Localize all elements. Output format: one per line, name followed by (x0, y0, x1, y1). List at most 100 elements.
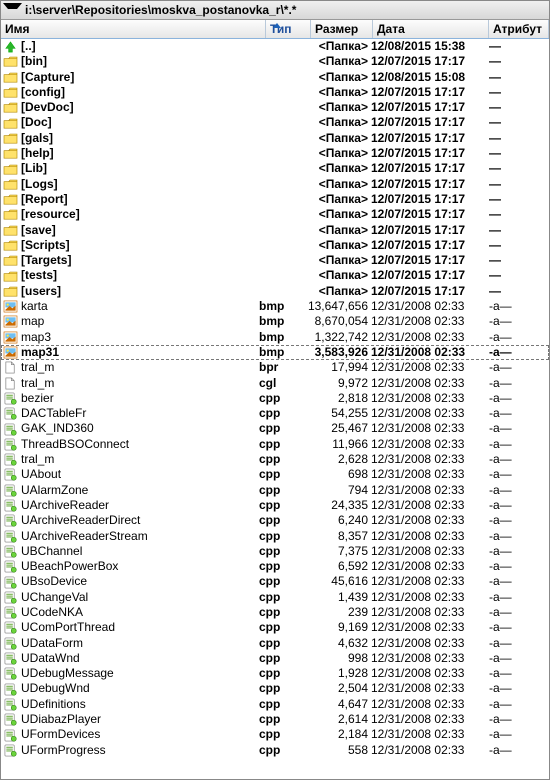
cpp-file-icon (3, 499, 18, 512)
file-name: DACTableFr (21, 406, 86, 421)
file-date: 12/31/2008 02:33 (371, 666, 487, 681)
file-date: 12/31/2008 02:33 (371, 345, 487, 360)
table-row[interactable]: tral_mbpr17,99412/31/2008 02:33-a— (1, 360, 549, 375)
file-size: 6,592 (306, 559, 371, 574)
table-row[interactable]: DACTableFrcpp54,25512/31/2008 02:33-a— (1, 406, 549, 421)
table-row[interactable]: UBsoDevicecpp45,61612/31/2008 02:33-a— (1, 574, 549, 589)
table-row[interactable]: tral_mcpp2,62812/31/2008 02:33-a— (1, 452, 549, 467)
table-row[interactable]: UBChannelcpp7,37512/31/2008 02:33-a— (1, 544, 549, 559)
file-attr: -a— (487, 467, 549, 482)
file-attr: — (487, 100, 549, 115)
table-row[interactable]: UAboutcpp69812/31/2008 02:33-a— (1, 467, 549, 482)
table-row[interactable]: UFormDevicescpp2,18412/31/2008 02:33-a— (1, 727, 549, 742)
table-row[interactable]: beziercpp2,81812/31/2008 02:33-a— (1, 391, 549, 406)
path-bar[interactable]: i:\server\Repositories\moskva_postanovka… (1, 1, 549, 20)
file-size: <Папка> (306, 223, 371, 238)
table-row[interactable]: UBeachPowerBoxcpp6,59212/31/2008 02:33-a… (1, 559, 549, 574)
table-row[interactable]: ThreadBSOConnectcpp11,96612/31/2008 02:3… (1, 437, 549, 452)
file-date: 12/31/2008 02:33 (371, 314, 487, 329)
table-row[interactable]: tral_mcgl9,97212/31/2008 02:33-a— (1, 376, 549, 391)
dropdown-icon[interactable] (3, 3, 22, 18)
file-name: UBeachPowerBox (21, 559, 118, 574)
table-row[interactable]: UDataFormcpp4,63212/31/2008 02:33-a— (1, 636, 549, 651)
table-row[interactable]: [bin]<Папка>12/07/2015 17:17— (1, 54, 549, 69)
file-date: 12/07/2015 17:17 (371, 207, 487, 222)
table-row[interactable]: [Lib]<Папка>12/07/2015 17:17— (1, 161, 549, 176)
file-date: 12/31/2008 02:33 (371, 544, 487, 559)
table-row[interactable]: [gals]<Папка>12/07/2015 17:17— (1, 131, 549, 146)
header-size[interactable]: Размер (311, 20, 373, 38)
table-row[interactable]: UArchiveReadercpp24,33512/31/2008 02:33-… (1, 498, 549, 513)
table-row[interactable]: [config]<Папка>12/07/2015 17:17— (1, 85, 549, 100)
file-ext: cpp (259, 620, 306, 635)
table-row[interactable]: UDebugMessagecpp1,92812/31/2008 02:33-a— (1, 666, 549, 681)
file-date: 12/31/2008 02:33 (371, 590, 487, 605)
file-name: UDefinitions (21, 697, 86, 712)
table-row[interactable]: [Capture]<Папка>12/08/2015 15:08— (1, 70, 549, 85)
file-name: UBChannel (21, 544, 82, 559)
table-row[interactable]: [Scripts]<Папка>12/07/2015 17:17— (1, 238, 549, 253)
table-row[interactable]: [..]<Папка>12/08/2015 15:38— (1, 39, 549, 54)
file-date: 12/31/2008 02:33 (371, 330, 487, 345)
file-attr: — (487, 131, 549, 146)
table-row[interactable]: UDiabazPlayercpp2,61412/31/2008 02:33-a— (1, 712, 549, 727)
file-list[interactable]: [..]<Папка>12/08/2015 15:38—[bin]<Папка>… (1, 39, 549, 780)
table-row[interactable]: UDataWndcpp99812/31/2008 02:33-a— (1, 651, 549, 666)
cpp-file-icon (3, 530, 18, 543)
file-name: UAbout (21, 467, 61, 482)
table-row[interactable]: [users]<Папка>12/07/2015 17:17— (1, 284, 549, 299)
table-row[interactable]: map31bmp3,583,92612/31/2008 02:33-a— (1, 345, 549, 360)
table-row[interactable]: UComPortThreadcpp9,16912/31/2008 02:33-a… (1, 620, 549, 635)
table-row[interactable]: UFormProgresscpp55812/31/2008 02:33-a— (1, 743, 549, 758)
file-attr: -a— (487, 360, 549, 375)
table-row[interactable]: UDefinitionscpp4,64712/31/2008 02:33-a— (1, 697, 549, 712)
file-attr: — (487, 223, 549, 238)
table-row[interactable]: map3bmp1,322,74212/31/2008 02:33-a— (1, 330, 549, 345)
table-row[interactable]: UAlarmZonecpp79412/31/2008 02:33-a— (1, 483, 549, 498)
header-date[interactable]: Дата (373, 20, 489, 38)
table-row[interactable]: [tests]<Папка>12/07/2015 17:17— (1, 268, 549, 283)
folder-icon (3, 147, 18, 160)
table-row[interactable]: [Report]<Папка>12/07/2015 17:17— (1, 192, 549, 207)
file-size: 998 (306, 651, 371, 666)
table-row[interactable]: UCodeNKAcpp23912/31/2008 02:33-a— (1, 605, 549, 620)
file-attr: — (487, 161, 549, 176)
file-attr: -a— (487, 452, 549, 467)
cpp-file-icon (3, 591, 18, 604)
table-row[interactable]: kartabmp13,647,65612/31/2008 02:33-a— (1, 299, 549, 314)
file-date: 12/31/2008 02:33 (371, 437, 487, 452)
table-row[interactable]: UArchiveReaderStreamcpp8,35712/31/2008 0… (1, 529, 549, 544)
table-row[interactable]: mapbmp8,670,05412/31/2008 02:33-a— (1, 314, 549, 329)
folder-icon (3, 285, 18, 298)
file-ext: cpp (259, 651, 306, 666)
file-size: <Папка> (306, 253, 371, 268)
file-size: <Папка> (306, 284, 371, 299)
file-name: UDiabazPlayer (21, 712, 101, 727)
header-ext[interactable]: Тип (266, 20, 311, 38)
table-row[interactable]: UDebugWndcpp2,50412/31/2008 02:33-a— (1, 681, 549, 696)
table-row[interactable]: [Doc]<Папка>12/07/2015 17:17— (1, 115, 549, 130)
file-date: 12/31/2008 02:33 (371, 299, 487, 314)
file-date: 12/31/2008 02:33 (371, 651, 487, 666)
table-row[interactable]: [help]<Папка>12/07/2015 17:17— (1, 146, 549, 161)
table-row[interactable]: [save]<Папка>12/07/2015 17:17— (1, 223, 549, 238)
table-row[interactable]: [Targets]<Папка>12/07/2015 17:17— (1, 253, 549, 268)
file-attr: -a— (487, 574, 549, 589)
file-name: [DevDoc] (21, 100, 74, 115)
cpp-file-icon (3, 453, 18, 466)
cpp-file-icon (3, 407, 18, 420)
header-attr[interactable]: Атрибут (489, 20, 549, 38)
table-row[interactable]: GAK_IND360cpp25,46712/31/2008 02:33-a— (1, 421, 549, 436)
table-row[interactable]: [Logs]<Папка>12/07/2015 17:17— (1, 177, 549, 192)
file-attr: — (487, 207, 549, 222)
file-size: <Папка> (306, 115, 371, 130)
file-name: [config] (21, 85, 65, 100)
file-size: <Папка> (306, 207, 371, 222)
header-name[interactable]: Имя (1, 20, 266, 38)
table-row[interactable]: UArchiveReaderDirectcpp6,24012/31/2008 0… (1, 513, 549, 528)
file-date: 12/31/2008 02:33 (371, 360, 487, 375)
table-row[interactable]: UChangeValcpp1,43912/31/2008 02:33-a— (1, 590, 549, 605)
table-row[interactable]: [resource]<Папка>12/07/2015 17:17— (1, 207, 549, 222)
table-row[interactable]: [DevDoc]<Папка>12/07/2015 17:17— (1, 100, 549, 115)
file-name: map (21, 314, 44, 329)
